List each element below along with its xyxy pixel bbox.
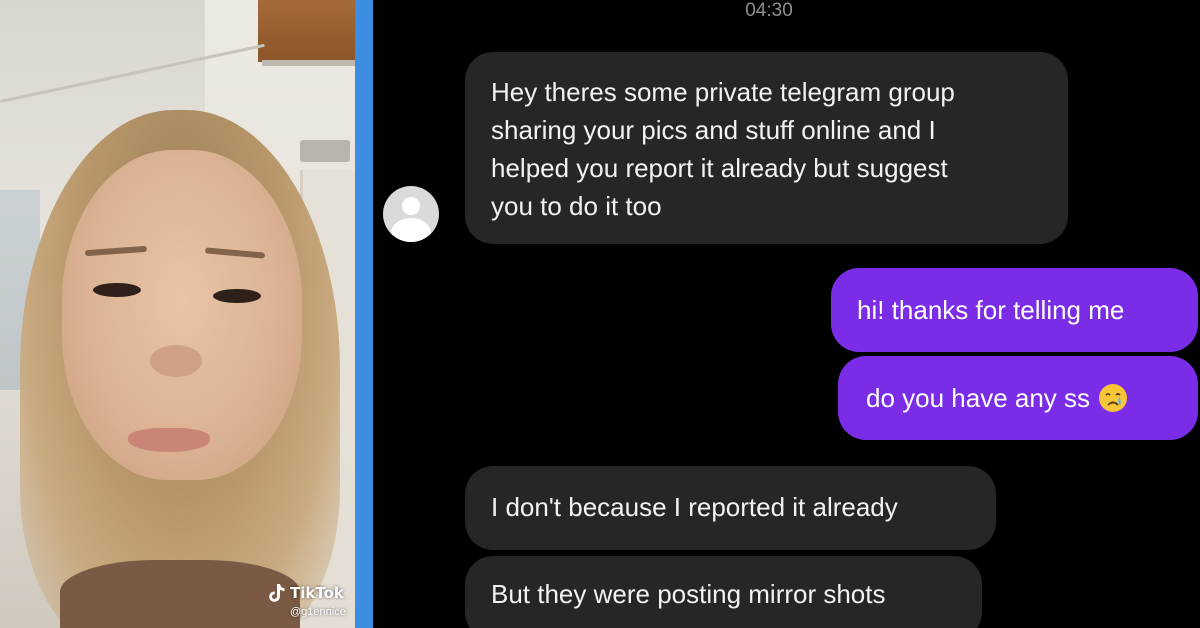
nose <box>150 345 202 377</box>
screenshot-collage: TikTok @g1ennice 04:30 Hey theres some p… <box>0 0 1200 628</box>
tiktok-note-icon <box>269 584 285 602</box>
message-text-line: you to do it too <box>491 191 662 221</box>
chat-screenshot: 04:30 Hey theres some private telegram g… <box>373 0 1200 628</box>
cabinet-trim <box>262 60 355 66</box>
left-eye <box>93 283 141 297</box>
message-text-line: But they were posting mirror shots <box>491 579 886 609</box>
tiktok-video-still: TikTok @g1ennice <box>0 0 355 628</box>
crying-face-icon <box>1099 384 1128 413</box>
message-text-line: helped you report it already but suggest <box>491 153 948 183</box>
message-text-line: sharing your pics and stuff online and I <box>491 115 936 145</box>
tiktok-username: @g1ennice <box>290 606 346 618</box>
panel-divider <box>355 0 373 628</box>
outgoing-message-bubble[interactable]: hi! thanks for telling me <box>831 268 1198 352</box>
mouth <box>128 428 210 452</box>
message-text-line: Hey theres some private telegram group <box>491 77 955 107</box>
message-text-line: I don't because I reported it already <box>491 492 898 522</box>
wooden-cabinet <box>258 0 355 62</box>
tiktok-watermark: TikTok <box>268 583 344 603</box>
incoming-message-bubble[interactable]: But they were posting mirror shots <box>465 556 982 628</box>
avatar-placeholder-head <box>402 197 420 215</box>
incoming-message-bubble[interactable]: I don't because I reported it already <box>465 466 996 550</box>
incoming-message-bubble[interactable]: Hey theres some private telegram group s… <box>465 52 1068 244</box>
shirt <box>60 560 300 628</box>
tiktok-brand-text: TikTok <box>290 584 344 602</box>
avatar-placeholder-body <box>391 218 431 242</box>
right-eye <box>213 289 261 303</box>
message-text-line: do you have any ss <box>866 383 1091 413</box>
door-closer <box>300 140 350 162</box>
sender-avatar[interactable] <box>383 186 439 242</box>
message-timestamp: 04:30 <box>745 0 793 21</box>
message-text-line: hi! thanks for telling me <box>857 295 1125 325</box>
outgoing-message-bubble[interactable]: do you have any ss <box>838 356 1198 440</box>
